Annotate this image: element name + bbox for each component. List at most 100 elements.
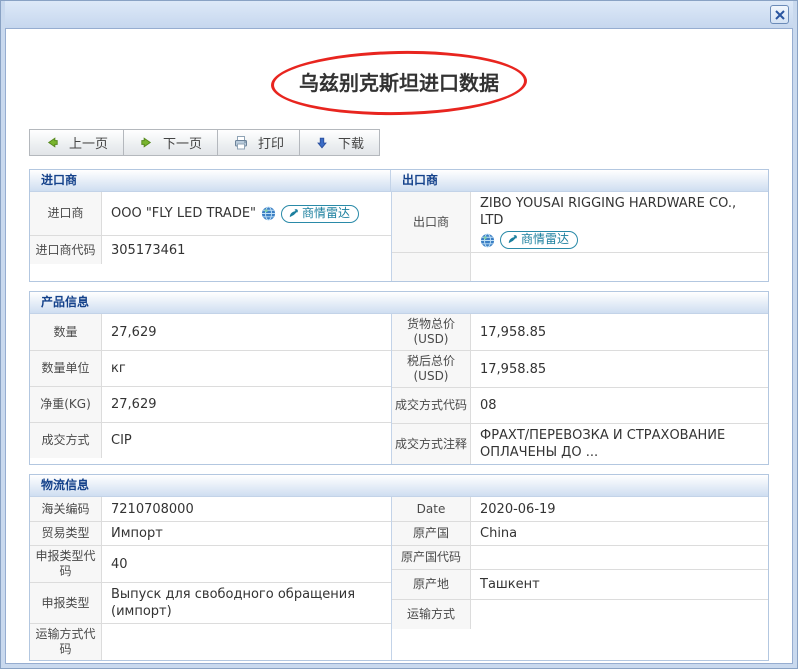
arrow-right-icon [139, 135, 154, 150]
printer-icon [233, 135, 249, 151]
field-value: 08 [471, 388, 768, 423]
radar-badge-label: 商情雷达 [302, 205, 350, 222]
field-value [471, 546, 768, 569]
field-label: 运输方式代码 [30, 624, 102, 660]
table-row: 运输方式 [392, 599, 768, 629]
field-value [471, 600, 768, 629]
field-value: China [471, 522, 768, 545]
prev-page-button[interactable]: 上一页 [29, 129, 124, 156]
field-value: ZIBO YOUSAI RIGGING HARDWARE CO., LTD [471, 192, 768, 252]
title-area: 乌兹别克斯坦进口数据 [29, 59, 769, 107]
radar-badge[interactable]: 商情雷达 [500, 231, 578, 249]
table-row: 货物总价(USD) 17,958.85 [392, 314, 768, 350]
download-icon [315, 136, 329, 150]
field-value: кг [102, 351, 391, 386]
table-row: 申报类型代码 40 [30, 545, 391, 582]
prev-page-label: 上一页 [69, 133, 108, 152]
field-label: 成交方式代码 [392, 388, 471, 423]
radar-badge-label: 商情雷达 [521, 231, 569, 248]
field-label: 出口商 [392, 192, 471, 252]
field-value: 40 [102, 546, 391, 582]
field-label [392, 253, 471, 281]
field-value: Импорт [102, 522, 391, 545]
field-value: 27,629 [102, 387, 391, 422]
table-row: 原产国代码 [392, 545, 768, 569]
table-row: 进口商 OOO "FLY LED TRADE" [30, 192, 391, 235]
field-value: Выпуск для свободного обращения (импорт) [102, 583, 391, 623]
radar-icon [288, 208, 299, 219]
table-row: 成交方式 CIP [30, 422, 391, 458]
table-row [392, 252, 768, 281]
download-label: 下载 [338, 133, 364, 152]
window-titlebar [5, 1, 793, 28]
radar-icon [507, 234, 518, 245]
dialog-panel: 乌兹别克斯坦进口数据 上一页 下一页 [5, 28, 793, 664]
field-label: 净重(KG) [30, 387, 102, 422]
table-row: 原产国 China [392, 521, 768, 545]
field-value [102, 624, 391, 660]
field-label: 运输方式 [392, 600, 471, 629]
import-data-window: 乌兹别克斯坦进口数据 上一页 下一页 [0, 0, 798, 669]
print-label: 打印 [258, 133, 284, 152]
field-label: 数量 [30, 314, 102, 350]
field-value: OOO "FLY LED TRADE" [102, 192, 391, 235]
table-row: 原产地 Ташкент [392, 569, 768, 599]
radar-badge[interactable]: 商情雷达 [281, 205, 359, 223]
logistics-info-section: 物流信息 海关编码 7210708000 贸易类型 Импорт 申报类 [29, 474, 769, 661]
download-button[interactable]: 下载 [299, 129, 380, 156]
importer-name: OOO "FLY LED TRADE" [111, 205, 256, 222]
field-value: 7210708000 [102, 497, 391, 521]
table-row: 运输方式代码 [30, 623, 391, 660]
table-row: 出口商 ZIBO YOUSAI RIGGING HARDWARE CO., LT… [392, 192, 768, 252]
field-label: Date [392, 497, 471, 521]
field-label: 货物总价(USD) [392, 314, 471, 350]
field-label: 成交方式 [30, 423, 102, 458]
field-label: 海关编码 [30, 497, 102, 521]
field-label: 数量单位 [30, 351, 102, 386]
globe-icon[interactable] [261, 206, 276, 221]
field-label: 进口商代码 [30, 236, 102, 264]
field-label: 原产地 [392, 570, 471, 599]
product-info-section: 产品信息 数量 27,629 数量单位 кг 净重(KG) [29, 291, 769, 465]
importer-section-header: 进口商 [30, 170, 391, 191]
logistics-section-header: 物流信息 [30, 475, 768, 496]
table-row: 海关编码 7210708000 [30, 497, 391, 521]
table-row: 贸易类型 Импорт [30, 521, 391, 545]
table-row: 税后总价(USD) 17,958.85 [392, 350, 768, 387]
arrow-left-icon [45, 135, 60, 150]
field-value [471, 253, 768, 281]
exporter-name: ZIBO YOUSAI RIGGING HARDWARE CO., LTD [480, 195, 759, 229]
print-button[interactable]: 打印 [217, 129, 300, 156]
exporter-section-header: 出口商 [391, 170, 768, 191]
table-row: 成交方式代码 08 [392, 387, 768, 423]
field-value: ФРАХТ/ПЕРЕВОЗКА И СТРАХОВАНИЕ ОПЛАЧЕНЫ Д… [471, 424, 768, 464]
globe-icon[interactable] [480, 233, 495, 248]
field-value: 17,958.85 [471, 351, 768, 387]
field-label: 成交方式注释 [392, 424, 471, 464]
field-label: 税后总价(USD) [392, 351, 471, 387]
field-value: CIP [102, 423, 391, 458]
field-label: 原产国代码 [392, 546, 471, 569]
next-page-button[interactable]: 下一页 [123, 129, 218, 156]
table-row: 进口商代码 305173461 [30, 235, 391, 264]
toolbar: 上一页 下一页 打印 [29, 129, 769, 156]
product-section-header: 产品信息 [30, 292, 768, 313]
importer-exporter-section: 进口商 出口商 进口商 OOO "FLY LED TRADE" [29, 169, 769, 282]
field-label: 进口商 [30, 192, 102, 235]
field-label: 贸易类型 [30, 522, 102, 545]
field-label: 申报类型 [30, 583, 102, 623]
page-title: 乌兹别克斯坦进口数据 [29, 59, 769, 107]
table-row: 数量单位 кг [30, 350, 391, 386]
table-row: 申报类型 Выпуск для свободного обращения (им… [30, 582, 391, 623]
table-row: 成交方式注释 ФРАХТ/ПЕРЕВОЗКА И СТРАХОВАНИЕ ОПЛ… [392, 423, 768, 464]
field-value: 27,629 [102, 314, 391, 350]
next-page-label: 下一页 [163, 133, 202, 152]
field-label: 原产国 [392, 522, 471, 545]
field-value: Ташкент [471, 570, 768, 599]
field-label: 申报类型代码 [30, 546, 102, 582]
table-row: Date 2020-06-19 [392, 497, 768, 521]
field-value: 17,958.85 [471, 314, 768, 350]
field-value: 2020-06-19 [471, 497, 768, 521]
close-button[interactable] [770, 5, 789, 24]
close-icon [775, 10, 785, 20]
